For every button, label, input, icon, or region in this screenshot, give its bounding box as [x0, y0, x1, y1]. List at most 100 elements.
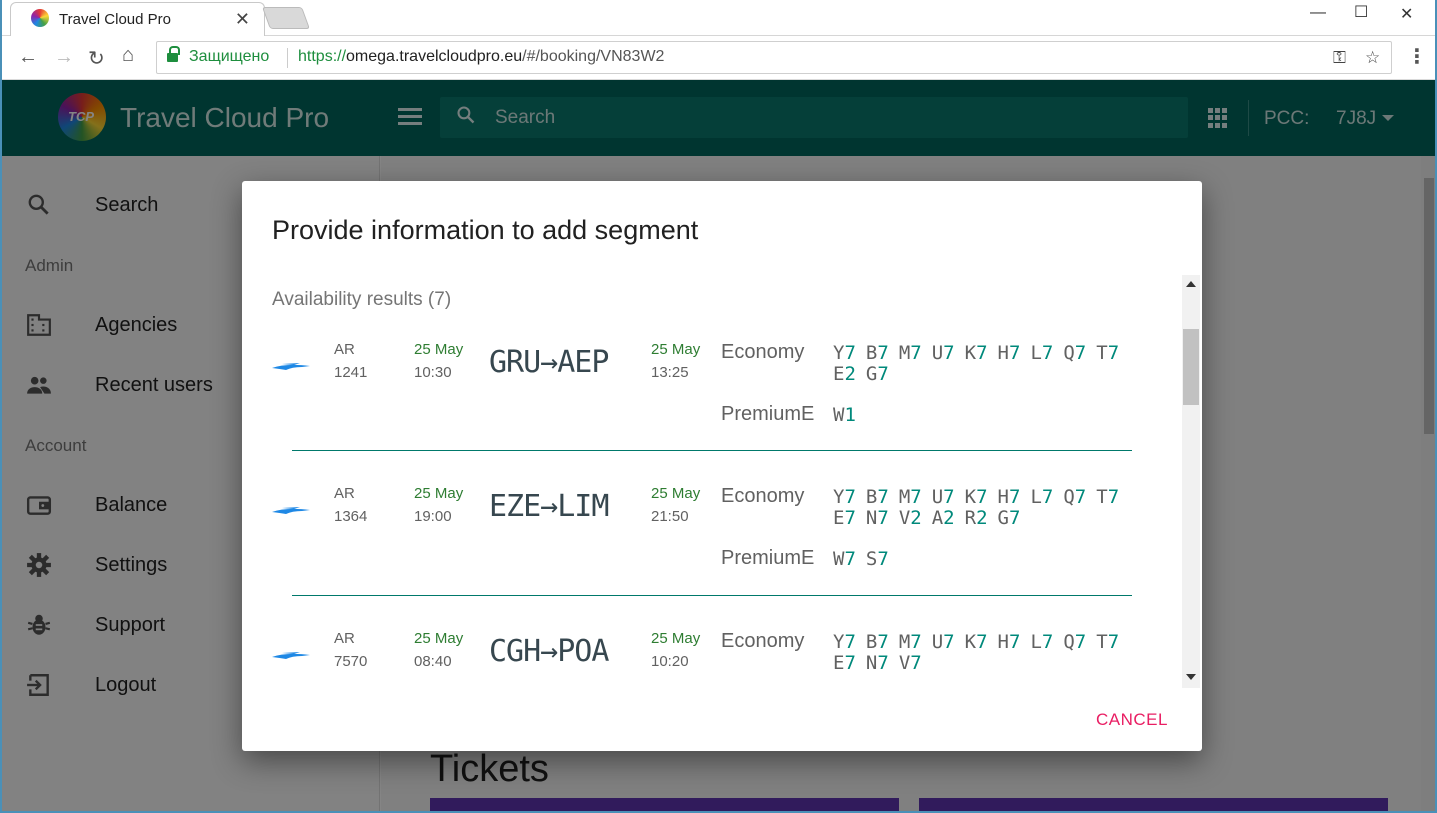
- booking-class-button[interactable]: U7: [932, 487, 955, 508]
- favicon-icon: [31, 9, 49, 27]
- departure-time: 19:00: [414, 508, 452, 525]
- booking-class-button[interactable]: Q7: [1063, 343, 1086, 364]
- booking-class-button[interactable]: L7: [1030, 487, 1053, 508]
- booking-class-button[interactable]: L7: [1030, 632, 1053, 653]
- booking-class-seats: 7: [844, 652, 856, 674]
- booking-class-button[interactable]: U7: [932, 343, 955, 364]
- booking-class-button[interactable]: H7: [998, 632, 1021, 653]
- booking-class-button[interactable]: G7: [998, 508, 1021, 529]
- booking-class-seats: 7: [1041, 486, 1054, 508]
- forward-icon[interactable]: →: [54, 46, 74, 69]
- carrier-code: AR: [334, 630, 355, 647]
- booking-class-button[interactable]: Y7: [833, 487, 856, 508]
- booking-class-seats: 2: [976, 507, 988, 529]
- booking-class-button[interactable]: Y7: [833, 632, 856, 653]
- new-tab-button[interactable]: [261, 7, 311, 29]
- window-close-icon[interactable]: ✕: [1400, 4, 1413, 24]
- booking-class-code: M: [898, 631, 911, 653]
- flight-segment-row[interactable]: AR 7570 25 May 08:40 CGH→POA 25 May 10:20 Econo…: [242, 622, 1172, 688]
- booking-class-code: K: [964, 342, 977, 364]
- booking-class-button[interactable]: L7: [1030, 343, 1053, 364]
- back-icon[interactable]: ←: [18, 46, 38, 69]
- booking-class-button[interactable]: N7: [866, 653, 889, 674]
- maximize-icon[interactable]: ☐: [1354, 2, 1368, 22]
- booking-class-button[interactable]: E7: [833, 508, 856, 529]
- booking-class-code: Q: [1063, 342, 1075, 364]
- booking-class-code: E: [833, 652, 845, 674]
- arrival-date: 25 May: [651, 341, 701, 358]
- minimize-icon[interactable]: —: [1310, 4, 1326, 22]
- booking-class-button[interactable]: W7: [833, 549, 856, 570]
- booking-class-button[interactable]: U7: [932, 632, 955, 653]
- flight-segment-row[interactable]: AR 1364 25 May 19:00 EZE→LIM 25 May 21:50 Econo…: [242, 477, 1172, 622]
- browser-tab[interactable]: Travel Cloud Pro ✕: [10, 2, 265, 36]
- flight-segment-row[interactable]: AR 1241 25 May 10:30 GRU→AEP 25 May 13:25 Econo…: [242, 333, 1172, 478]
- booking-class-button[interactable]: W1: [833, 405, 856, 426]
- url-text: https://omega.travelcloudpro.eu/#/bookin…: [298, 48, 664, 66]
- booking-class-button[interactable]: M7: [899, 487, 922, 508]
- booking-class-code: Y: [833, 631, 845, 653]
- booking-class-button[interactable]: M7: [899, 632, 922, 653]
- cabin-name: Economy: [721, 485, 805, 507]
- booking-class-button[interactable]: N7: [866, 508, 889, 529]
- booking-class-seats: 2: [910, 507, 922, 529]
- booking-class-button[interactable]: Q7: [1063, 632, 1086, 653]
- booking-class-button[interactable]: A2: [932, 508, 955, 529]
- booking-class-seats: 7: [1107, 486, 1120, 508]
- booking-class-seats: 7: [1008, 631, 1021, 653]
- scroll-down-icon[interactable]: [1186, 674, 1196, 680]
- booking-class-code: S: [865, 548, 878, 570]
- results-scrollbar[interactable]: [1182, 275, 1200, 688]
- bookmark-star-icon[interactable]: ☆: [1365, 48, 1380, 68]
- browser-menu-icon[interactable]: ⋮: [1407, 44, 1427, 69]
- reload-icon[interactable]: ↻: [88, 46, 105, 71]
- results-scrollbar-thumb[interactable]: [1183, 329, 1199, 405]
- booking-class-button[interactable]: E7: [833, 653, 856, 674]
- departure-date: 25 May: [414, 341, 464, 358]
- address-bar[interactable]: Защищено https://omega.travelcloudpro.eu…: [156, 41, 1392, 74]
- tab-close-icon[interactable]: ✕: [235, 9, 250, 30]
- booking-class-list: Y7 B7 M7 U7 K7 H7 L7 Q7 T7E2 G7: [833, 343, 1133, 385]
- booking-class-button[interactable]: B7: [866, 487, 889, 508]
- key-icon[interactable]: ⚿: [1333, 48, 1346, 68]
- tab-strip: Travel Cloud Pro ✕ — ☐ ✕: [2, 0, 1435, 36]
- booking-class-button[interactable]: K7: [965, 487, 988, 508]
- scroll-up-icon[interactable]: [1186, 281, 1196, 287]
- cabin-name: PremiumE: [721, 547, 815, 569]
- booking-class-code: N: [865, 652, 878, 674]
- home-icon[interactable]: ⌂: [122, 44, 134, 67]
- booking-class-list: Y7 B7 M7 U7 K7 H7 L7 Q7 T7 E7 N7 V2 A2 R2 G7: [833, 487, 1133, 529]
- booking-class-button[interactable]: V7: [899, 653, 922, 674]
- browser-window: Travel Cloud Pro ✕ — ☐ ✕ ← → ↻ ⌂ Защищен…: [0, 0, 1437, 813]
- cabin-name: PremiumE: [721, 403, 815, 425]
- booking-class-button[interactable]: T7: [1096, 487, 1119, 508]
- booking-class-button[interactable]: G7: [866, 364, 889, 385]
- booking-class-seats: 2: [844, 363, 856, 385]
- flight-number: 7570: [334, 653, 368, 670]
- booking-class-seats: 7: [976, 631, 988, 653]
- booking-class-seats: 1: [844, 404, 856, 426]
- departure-date: 25 May: [414, 630, 464, 647]
- booking-class-code: L: [1030, 342, 1042, 364]
- booking-class-button[interactable]: Y7: [833, 343, 856, 364]
- browser-toolbar: ← → ↻ ⌂ Защищено https://omega.travelclo…: [2, 36, 1435, 80]
- booking-class-button[interactable]: B7: [866, 343, 889, 364]
- booking-class-button[interactable]: K7: [965, 632, 988, 653]
- cancel-button[interactable]: CANCEL: [1096, 710, 1168, 730]
- booking-class-button[interactable]: V2: [899, 508, 922, 529]
- booking-class-seats: 7: [1074, 342, 1087, 364]
- booking-class-seats: 7: [844, 342, 856, 364]
- booking-class-button[interactable]: T7: [1096, 632, 1119, 653]
- booking-class-button[interactable]: M7: [899, 343, 922, 364]
- booking-class-button[interactable]: Q7: [1063, 487, 1086, 508]
- booking-class-button[interactable]: H7: [998, 487, 1021, 508]
- booking-class-button[interactable]: S7: [866, 549, 889, 570]
- segment-divider: [292, 450, 1132, 451]
- booking-class-button[interactable]: R2: [965, 508, 988, 529]
- booking-class-button[interactable]: B7: [866, 632, 889, 653]
- booking-class-button[interactable]: K7: [965, 343, 988, 364]
- booking-class-button[interactable]: E2: [833, 364, 856, 385]
- booking-class-code: Q: [1063, 631, 1075, 653]
- booking-class-button[interactable]: H7: [998, 343, 1021, 364]
- booking-class-button[interactable]: T7: [1096, 343, 1119, 364]
